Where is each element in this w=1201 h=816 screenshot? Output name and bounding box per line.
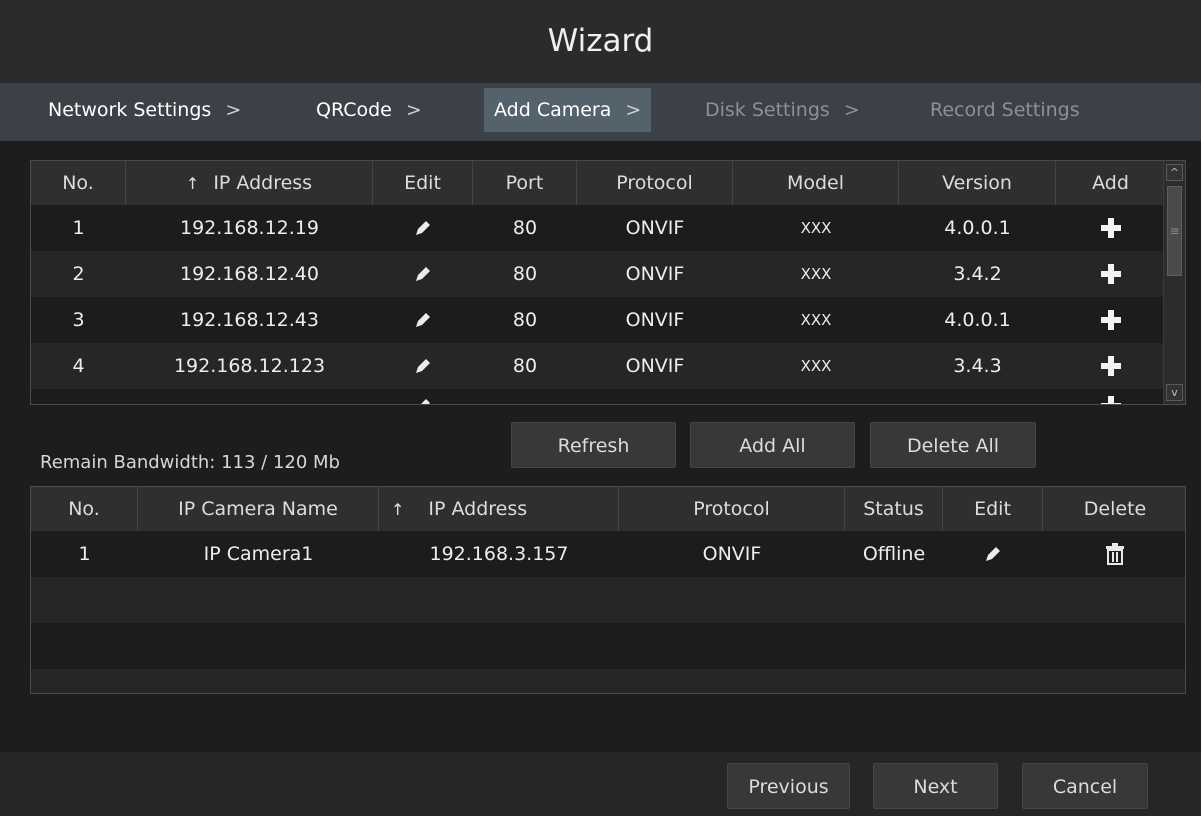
table-row[interactable]: 4 192.168.12.123 80 ONVIF XXX 3.4.3: [31, 343, 1163, 389]
table-row[interactable]: 3 192.168.12.43 80 ONVIF XXX 4.0.0.1: [31, 297, 1163, 343]
add-plus-icon: [1056, 383, 1165, 404]
refresh-button[interactable]: Refresh: [511, 422, 676, 468]
next-button[interactable]: Next: [873, 763, 998, 809]
table-row-empty: [31, 669, 1185, 693]
trash-icon[interactable]: [1043, 531, 1185, 577]
col-protocol[interactable]: Protocol: [577, 161, 733, 205]
table-row[interactable]: 2 192.168.12.40 80 ONVIF XXX 3.4.2: [31, 251, 1163, 297]
scroll-up-icon[interactable]: ^: [1166, 164, 1183, 181]
col-ip-address[interactable]: ↑ IP Address: [379, 487, 619, 531]
col-model[interactable]: Model: [733, 161, 899, 205]
step-network-settings[interactable]: Network Settings >: [38, 88, 251, 132]
window-title: Wizard: [547, 23, 654, 59]
step-separator: >: [405, 99, 422, 121]
col-edit[interactable]: Edit: [373, 161, 473, 205]
col-status[interactable]: Status: [845, 487, 943, 531]
add-all-button[interactable]: Add All: [690, 422, 855, 468]
remain-bandwidth: Remain Bandwidth: 113 / 120 Mb: [40, 452, 340, 473]
search-table-scrollbar[interactable]: ^ ≡ v: [1163, 161, 1185, 404]
add-plus-icon[interactable]: [1056, 251, 1165, 297]
col-add[interactable]: Add: [1056, 161, 1165, 205]
wizard-window: Wizard Network Settings > QRCode > Add Cam…: [0, 0, 1201, 816]
edit-pencil-icon[interactable]: [373, 251, 473, 297]
step-qrcode[interactable]: QRCode >: [306, 88, 432, 132]
sort-ascending-icon: ↑: [391, 500, 405, 519]
table-row[interactable]: 1 IP Camera1 192.168.3.157 ONVIF Offline: [31, 531, 1185, 577]
edit-pencil-icon[interactable]: [373, 205, 473, 251]
step-record-settings[interactable]: Record Settings: [920, 88, 1090, 132]
scroll-down-icon[interactable]: v: [1166, 384, 1183, 401]
step-separator: >: [843, 99, 860, 121]
footer-bar: [0, 752, 1201, 816]
edit-pencil-icon[interactable]: [943, 531, 1043, 577]
step-separator: >: [225, 99, 242, 121]
delete-all-button[interactable]: Delete All: [870, 422, 1036, 468]
col-protocol[interactable]: Protocol: [619, 487, 845, 531]
wizard-steps: Network Settings > QRCode > Add Camera > Di…: [0, 83, 1201, 141]
previous-button[interactable]: Previous: [727, 763, 850, 809]
col-no[interactable]: No.: [31, 161, 126, 205]
edit-pencil-icon: [373, 383, 473, 404]
added-table-header: No. IP Camera Name ↑ IP Address Protocol …: [31, 487, 1185, 531]
grip-icon: ≡: [1169, 224, 1180, 238]
scroll-thumb[interactable]: ≡: [1167, 186, 1182, 276]
col-edit[interactable]: Edit: [943, 487, 1043, 531]
table-row[interactable]: 1 192.168.12.19 80 ONVIF XXX 4.0.0.1: [31, 205, 1163, 251]
table-row-empty: [31, 577, 1185, 623]
step-separator: >: [625, 99, 642, 121]
col-ip-camera-name[interactable]: IP Camera Name: [138, 487, 379, 531]
step-disk-settings[interactable]: Disk Settings >: [695, 88, 870, 132]
table-row-empty: [31, 623, 1185, 669]
search-table-header: No. ↑ IP Address Edit Port Protocol Model…: [31, 161, 1163, 205]
add-plus-icon[interactable]: [1056, 297, 1165, 343]
title-bar: Wizard: [0, 0, 1201, 83]
sort-ascending-icon: ↑: [185, 174, 200, 193]
col-no[interactable]: No.: [31, 487, 138, 531]
col-delete[interactable]: Delete: [1043, 487, 1185, 531]
add-plus-icon[interactable]: [1056, 205, 1165, 251]
added-cameras-table: No. IP Camera Name ↑ IP Address Protocol …: [30, 486, 1186, 694]
search-results-table: No. ↑ IP Address Edit Port Protocol Model…: [30, 160, 1186, 405]
step-add-camera[interactable]: Add Camera >: [484, 88, 652, 132]
edit-pencil-icon[interactable]: [373, 297, 473, 343]
col-port[interactable]: Port: [473, 161, 577, 205]
table-row-partial: [31, 389, 1163, 404]
cancel-button[interactable]: Cancel: [1022, 763, 1148, 809]
col-ip-address[interactable]: ↑ IP Address: [126, 161, 373, 205]
col-version[interactable]: Version: [899, 161, 1056, 205]
